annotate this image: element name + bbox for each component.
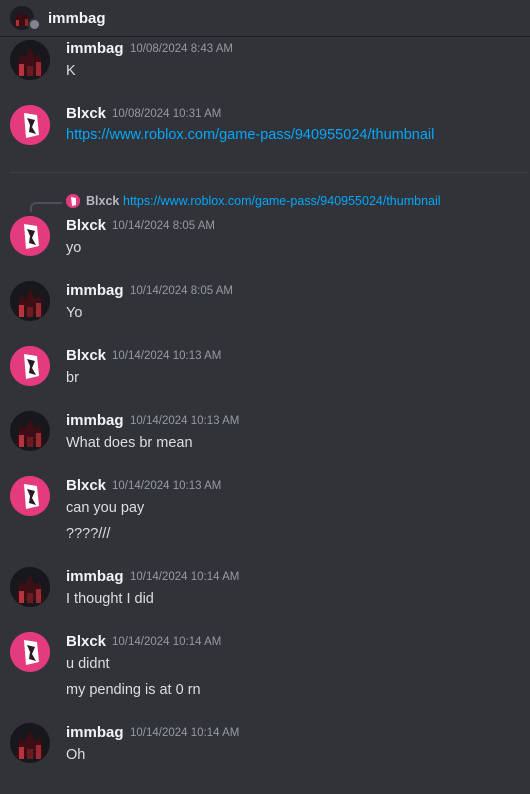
message-text: u didnt (66, 656, 110, 672)
avatar[interactable] (10, 346, 50, 386)
message-timestamp: 10/08/2024 8:43 AM (130, 43, 233, 55)
message-author[interactable]: Blxck (66, 477, 106, 494)
date-divider (10, 172, 528, 173)
message-text: Oh (66, 747, 86, 763)
message-text: ????/// (66, 526, 111, 542)
message-author[interactable]: Blxck (66, 347, 106, 364)
message-author[interactable]: Blxck (66, 105, 106, 122)
message-text: can you pay (66, 500, 145, 516)
avatar-image-icon (10, 105, 50, 145)
avatar-image-icon (10, 346, 50, 386)
message-author[interactable]: immbag (66, 724, 124, 741)
avatar-image-icon (10, 411, 50, 451)
avatar[interactable] (10, 411, 50, 451)
message-timestamp: 10/14/2024 10:13 AM (112, 350, 222, 362)
message-timestamp: 10/14/2024 8:05 AM (130, 285, 233, 297)
message-author[interactable]: Blxck (66, 217, 106, 234)
message-timestamp: 10/14/2024 10:13 AM (112, 480, 222, 492)
message-text: Yo (66, 305, 83, 321)
avatar[interactable] (10, 281, 50, 321)
message-timestamp: 10/14/2024 10:14 AM (130, 727, 240, 739)
avatar-image-icon (10, 216, 50, 256)
avatar[interactable] (10, 476, 50, 516)
reply-preview[interactable]: https://www.roblox.com/game-pass/9409550… (123, 194, 441, 208)
avatar[interactable] (10, 40, 50, 80)
message-timestamp: 10/14/2024 10:14 AM (112, 636, 222, 648)
message-timestamp: 10/08/2024 10:31 AM (112, 108, 222, 120)
avatar[interactable] (10, 567, 50, 607)
avatar[interactable] (10, 632, 50, 672)
reply-author[interactable]: Blxck (86, 194, 119, 208)
channel-header: immbag (0, 0, 530, 36)
message-timestamp: 10/14/2024 10:13 AM (130, 415, 240, 427)
message-text: my pending is at 0 rn (66, 682, 201, 698)
message-timestamp: 10/14/2024 8:05 AM (112, 220, 215, 232)
avatar[interactable] (10, 723, 50, 763)
avatar-image-icon (66, 194, 80, 208)
message-list[interactable]: immbag 10/08/2024 8:43 AM K Blxck 10/08/… (0, 36, 530, 794)
message-text: I thought I did (66, 591, 154, 607)
status-indicator-icon (28, 18, 41, 31)
reply-connector (30, 202, 62, 212)
message-text: What does br mean (66, 435, 193, 451)
message-text: K (66, 63, 76, 79)
avatar-image-icon (10, 476, 50, 516)
reply-avatar[interactable] (66, 194, 80, 208)
message-timestamp: 10/14/2024 10:14 AM (130, 571, 240, 583)
page-title: immbag (48, 9, 106, 27)
avatar-image-icon (10, 40, 50, 80)
message-link[interactable]: https://www.roblox.com/game-pass/9409550… (66, 127, 434, 143)
avatar-image-icon (10, 281, 50, 321)
avatar-image-icon (10, 632, 50, 672)
message-author[interactable]: immbag (66, 40, 124, 57)
message-author[interactable]: immbag (66, 412, 124, 429)
message-text: yo (66, 240, 82, 256)
message-text: br (66, 370, 79, 386)
message-author[interactable]: immbag (66, 282, 124, 299)
avatar[interactable] (10, 105, 50, 145)
message-author[interactable]: Blxck (66, 633, 106, 650)
avatar-image-icon (10, 723, 50, 763)
avatar-image-icon (10, 567, 50, 607)
avatar[interactable] (10, 216, 50, 256)
message-author[interactable]: immbag (66, 568, 124, 585)
